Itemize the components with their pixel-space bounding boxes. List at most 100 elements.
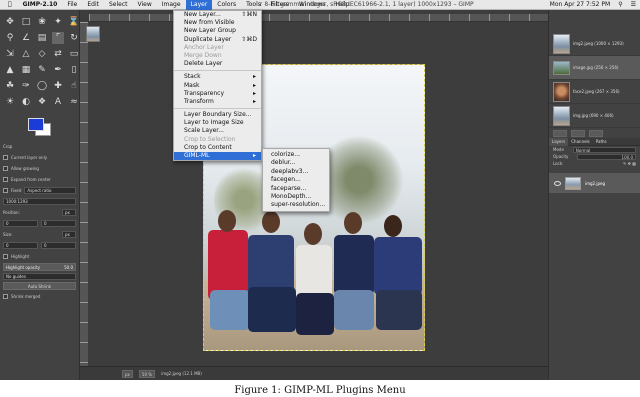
image-list-item[interactable]: face2.jpeg (267 × 356): [549, 80, 640, 104]
shear-tool-icon[interactable]: △: [20, 48, 32, 60]
menu-file[interactable]: File: [62, 0, 82, 10]
giml-item-super-resolution[interactable]: super-resolution...: [263, 201, 329, 209]
search-icon[interactable]: ⚲: [618, 1, 622, 8]
menu-item-layer-boundary-size[interactable]: Layer Boundary Size...: [174, 111, 261, 119]
layer-row[interactable]: img2.jpeg: [549, 173, 640, 193]
highlight-checkbox[interactable]: [3, 254, 8, 259]
menu-item-scale-layer[interactable]: Scale Layer...: [174, 127, 261, 135]
expand-center-checkbox[interactable]: [3, 177, 8, 182]
zoom-select[interactable]: 50 %: [138, 369, 156, 378]
menu-item-mask[interactable]: Mask ▸: [174, 82, 261, 90]
rect-select-icon[interactable]: □: [20, 16, 32, 28]
menu-item-layer-to-image-size[interactable]: Layer to Image Size: [174, 119, 261, 127]
size-x-field[interactable]: 0: [3, 242, 38, 249]
cage-tool-icon[interactable]: ▭: [68, 48, 80, 60]
align-tool-icon[interactable]: ▤: [36, 32, 48, 44]
menu-edit[interactable]: Edit: [82, 0, 104, 10]
eraser-icon[interactable]: ▯: [68, 64, 80, 76]
auto-shrink-button[interactable]: Auto Shrink: [3, 282, 76, 290]
size-unit-select[interactable]: px: [62, 231, 76, 238]
pencil-icon[interactable]: ✎: [36, 64, 48, 76]
menu-item-crop-to-content[interactable]: Crop to Content: [174, 144, 261, 152]
layer-name[interactable]: img2.jpeg: [585, 181, 605, 186]
current-layer-checkbox[interactable]: [3, 155, 8, 160]
tab-channels[interactable]: Channels: [568, 138, 593, 146]
menu-item-transform[interactable]: Transform ▸: [174, 98, 261, 106]
horizontal-ruler: [89, 14, 548, 22]
color-picker-icon[interactable]: ⌛: [68, 16, 80, 28]
position-unit-select[interactable]: px: [62, 209, 76, 216]
raise-display-button[interactable]: [571, 130, 585, 137]
menu-select[interactable]: Select: [104, 0, 133, 10]
measure-tool-icon[interactable]: ∠: [20, 32, 32, 44]
tab-paths[interactable]: Paths: [593, 138, 610, 146]
move-tool-icon[interactable]: ✥: [4, 16, 16, 28]
menu-list-icon[interactable]: ☰: [631, 1, 636, 8]
image-tab-thumbnail[interactable]: [86, 26, 100, 42]
warp-tool-icon[interactable]: ≈: [68, 96, 80, 108]
menu-item-delete-layer[interactable]: Delete Layer: [174, 60, 261, 68]
giml-item-faceparse[interactable]: faceparse...: [263, 185, 329, 193]
new-view-button[interactable]: [553, 130, 567, 137]
image-list-item[interactable]: img.jpg (690 × 406): [549, 104, 640, 128]
menu-item-new-from-visible[interactable]: New from Visible: [174, 19, 261, 27]
position-y-field[interactable]: 0: [41, 220, 76, 227]
giml-item-facegen[interactable]: facegen...: [263, 176, 329, 184]
giml-item-monodepth[interactable]: MonoDepth...: [263, 193, 329, 201]
bucket-fill-icon[interactable]: ▲: [4, 64, 16, 76]
highlight-opacity-slider[interactable]: Highlight opacity 50.0: [3, 263, 76, 271]
menu-item-new-layer[interactable]: New Layer... ⇧⌘N: [174, 11, 261, 19]
flip-tool-icon[interactable]: ⇄: [52, 48, 64, 60]
size-y-field[interactable]: 0: [41, 242, 76, 249]
blur-icon[interactable]: ☀: [4, 96, 16, 108]
delete-image-button[interactable]: [589, 130, 603, 137]
airbrush-icon[interactable]: ☘: [4, 80, 16, 92]
tab-layers[interactable]: Layers: [549, 137, 569, 146]
image-list-item[interactable]: image.jpg (256 × 256): [549, 56, 640, 80]
menu-item-giml-ml[interactable]: GIML-ML ▸: [174, 152, 261, 161]
giml-item-deblur[interactable]: deblur...: [263, 159, 329, 167]
menu-image[interactable]: Image: [157, 0, 186, 10]
menu-colors[interactable]: Colors: [212, 0, 241, 10]
giml-item-colorize[interactable]: colorize...: [263, 151, 329, 159]
menu-item-transparency[interactable]: Transparency ▸: [174, 90, 261, 98]
opacity-field[interactable]: 100.0: [577, 153, 636, 160]
app-menu[interactable]: GIMP-2.10: [18, 0, 63, 10]
ink-icon[interactable]: ✑: [20, 80, 32, 92]
menu-item-stack[interactable]: Stack ▸: [174, 73, 261, 81]
heal-icon[interactable]: ✚: [52, 80, 64, 92]
clone-icon[interactable]: ◯: [36, 80, 48, 92]
menu-item-new-layer-group[interactable]: New Layer Group: [174, 27, 261, 35]
smudge-icon[interactable]: ☝: [68, 80, 80, 92]
menu-layer[interactable]: Layer: [185, 0, 213, 10]
lasso-icon[interactable]: ❀: [36, 16, 48, 28]
apple-icon[interactable]: : [0, 0, 18, 10]
shrink-merged-checkbox[interactable]: [3, 294, 8, 299]
fuzzy-select-icon[interactable]: ✦: [52, 16, 64, 28]
path-tool-icon[interactable]: ❖: [36, 96, 48, 108]
unit-select[interactable]: px: [122, 369, 133, 378]
rotate-tool-icon[interactable]: ↻: [68, 32, 80, 44]
paintbrush-icon[interactable]: ✒: [52, 64, 64, 76]
menu-item-duplicate-layer[interactable]: Duplicate Layer ⇧⌘D: [174, 36, 261, 44]
menu-view[interactable]: View: [133, 0, 157, 10]
position-x-field[interactable]: 0: [3, 220, 38, 227]
guides-select[interactable]: No guides: [3, 273, 76, 280]
aspect-ratio-field[interactable]: 1000:1293: [3, 198, 76, 205]
giml-item-deeplabv3[interactable]: deeplabv3...: [263, 168, 329, 176]
lock-icons[interactable]: ✎ ✥ ▩: [623, 161, 636, 166]
perspective-icon[interactable]: ◇: [36, 48, 48, 60]
dodge-icon[interactable]: ◐: [20, 96, 32, 108]
zoom-tool-icon[interactable]: ⚲: [4, 32, 16, 44]
gradient-icon[interactable]: ▦: [20, 64, 32, 76]
crop-tool-icon[interactable]: ⌜: [52, 32, 64, 44]
mode-select[interactable]: Normal: [572, 146, 636, 153]
text-tool-icon[interactable]: A: [52, 96, 64, 108]
eye-icon[interactable]: [554, 180, 561, 186]
fixed-checkbox[interactable]: [3, 188, 8, 193]
image-list-item[interactable]: img2.jpeg (1000 × 1293): [549, 32, 640, 56]
allow-growing-checkbox[interactable]: [3, 166, 8, 171]
foreground-color-swatch[interactable]: [28, 118, 44, 131]
scale-tool-icon[interactable]: ⇲: [4, 48, 16, 60]
fixed-mode-select[interactable]: Aspect ratio: [24, 187, 76, 194]
